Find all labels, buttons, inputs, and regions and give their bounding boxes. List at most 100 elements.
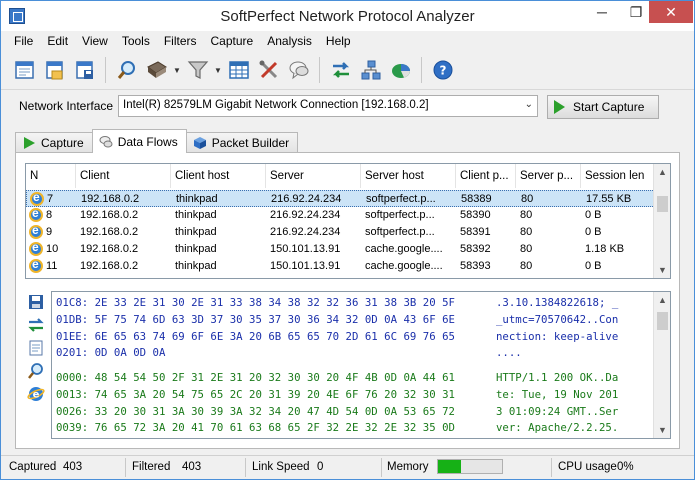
table-icon[interactable] [225, 57, 252, 84]
maximize-button[interactable]: ❐ [619, 1, 653, 23]
menu-analysis[interactable]: Analysis [260, 31, 319, 51]
menu-file[interactable]: File [7, 31, 40, 51]
scroll-up-icon[interactable]: ▲ [654, 164, 670, 180]
close-button[interactable]: ✕ [649, 1, 693, 23]
toolbar-separator [421, 57, 422, 83]
menu-tools[interactable]: Tools [115, 31, 157, 51]
column-header-client-port[interactable]: Client p... [456, 164, 516, 188]
chevron-down-icon: ⌄ [524, 99, 533, 110]
tab-data-flows[interactable]: Data Flows [91, 129, 187, 153]
bookmark-dropdown-icon[interactable]: ▼ [173, 57, 181, 84]
network-icon[interactable] [357, 57, 384, 84]
scroll-up-icon[interactable]: ▲ [654, 292, 670, 308]
toolbar-separator [319, 57, 320, 83]
flows-scrollbar[interactable]: ▲ ▼ [653, 164, 670, 278]
new-session-icon[interactable] [11, 57, 38, 84]
toolbar-separator [105, 57, 106, 83]
cell-client-port: 58393 [460, 260, 491, 272]
menu-filters[interactable]: Filters [157, 31, 204, 51]
play-icon [554, 100, 565, 114]
bookmark-icon[interactable] [143, 57, 170, 84]
cube-icon [193, 137, 206, 149]
tab-packet-builder[interactable]: Packet Builder [185, 132, 299, 153]
cell-server-host: cache.google.... [365, 260, 443, 272]
hex-scrollbar[interactable]: ▲ ▼ [653, 292, 670, 438]
filter-icon[interactable] [184, 57, 211, 84]
filter-dropdown-icon[interactable]: ▼ [214, 57, 222, 84]
tools-icon[interactable] [255, 57, 282, 84]
scroll-thumb[interactable] [657, 196, 668, 212]
help-icon[interactable]: ? [429, 57, 456, 84]
cell-n: 9 [46, 226, 53, 238]
chat-icon [99, 135, 113, 147]
column-header-client-host[interactable]: Client host [171, 164, 266, 188]
save-icon[interactable] [27, 293, 45, 311]
hex-line: 0026: 33 20 30 31 3A 30 39 3A 32 34 20 4… [56, 404, 455, 418]
search-icon[interactable] [113, 57, 140, 84]
open-file-icon[interactable] [41, 57, 68, 84]
memory-label: Memory [387, 461, 429, 473]
table-row[interactable]: 11 192.168.0.2 thinkpad 150.101.13.91 cache.… [26, 257, 655, 275]
browser-icon[interactable]: e [27, 385, 45, 403]
save-file-icon[interactable] [71, 57, 98, 84]
menu-capture[interactable]: Capture [204, 31, 261, 51]
app-window: SoftPerfect Network Protocol Analyzer ─ … [0, 0, 695, 480]
cell-client-host: thinkpad [175, 260, 217, 272]
menu-view[interactable]: View [75, 31, 115, 51]
status-divider [125, 458, 126, 477]
minimize-button[interactable]: ─ [585, 1, 619, 23]
filtered-label: Filtered [132, 461, 171, 473]
cell-n: 7 [47, 193, 54, 205]
cell-server-port: 80 [520, 243, 533, 255]
column-header-n[interactable]: N [26, 164, 76, 188]
ascii-line: .... [496, 346, 522, 360]
hex-line: 0000: 48 54 54 50 2F 31 2E 31 20 32 30 3… [56, 371, 455, 384]
cell-server: 150.101.13.91 [270, 243, 341, 255]
tab-strip: Capture Data Flows Packet Builder [15, 129, 299, 153]
cell-client-port: 58391 [460, 226, 491, 238]
table-row[interactable]: 7 192.168.0.2 thinkpad 216.92.24.234 softper… [26, 190, 655, 207]
table-row[interactable]: 8 192.168.0.2 thinkpad 216.92.24.234 softper… [26, 206, 655, 224]
cell-n: 8 [46, 209, 53, 221]
tab-data-flows-label: Data Flows [117, 134, 178, 149]
browser-icon [30, 190, 44, 206]
scroll-thumb[interactable] [657, 312, 668, 330]
cell-server-port: 80 [520, 226, 533, 238]
hex-line: 0039: 76 65 72 3A 20 41 70 61 63 68 65 2… [56, 421, 455, 435]
start-capture-button[interactable]: Start Capture [547, 95, 659, 119]
hex-dump-pane[interactable]: 01C8: 2E 33 2E 31 30 2E 31 33 38 34 38 3… [51, 291, 671, 439]
ascii-line: 3 01:09:24 GMT..Ser [496, 404, 619, 418]
cell-client-host: thinkpad [175, 243, 217, 255]
network-interface-select[interactable]: Intel(R) 82579LM Gigabit Network Connect… [118, 95, 538, 117]
browser-icon [29, 223, 43, 239]
cell-client: 192.168.0.2 [80, 209, 139, 221]
tab-capture[interactable]: Capture [15, 132, 93, 153]
ascii-line: .3.10.1384822618; _ [496, 296, 619, 309]
swap-arrows-icon[interactable] [27, 316, 45, 334]
pie-chart-icon[interactable] [387, 57, 414, 84]
cell-client: 192.168.0.2 [81, 193, 140, 205]
menu-edit[interactable]: Edit [40, 31, 75, 51]
chat-icon[interactable] [285, 57, 312, 84]
status-divider [381, 458, 382, 477]
menu-help[interactable]: Help [319, 31, 358, 51]
cell-client-port: 58390 [460, 209, 491, 221]
table-row[interactable]: 9 192.168.0.2 thinkpad 216.92.24.234 softper… [26, 223, 655, 241]
column-header-session-len[interactable]: Session len [581, 164, 655, 188]
column-header-server[interactable]: Server [266, 164, 361, 188]
search-icon[interactable] [27, 362, 45, 380]
column-header-client[interactable]: Client [76, 164, 171, 188]
column-header-server-port[interactable]: Server p... [516, 164, 581, 188]
table-row[interactable]: 10 192.168.0.2 thinkpad 150.101.13.91 cache.… [26, 240, 655, 258]
hex-line: 0013: 74 65 3A 20 54 75 65 2C 20 31 39 2… [56, 387, 455, 401]
scroll-down-icon[interactable]: ▼ [654, 422, 670, 438]
hex-line: 01DB: 5F 75 74 6D 63 3D 37 30 35 37 30 3… [56, 312, 455, 326]
toolbar: ▼ ▼ ? [1, 52, 694, 88]
swap-arrows-icon[interactable] [327, 57, 354, 84]
browser-icon [29, 257, 43, 273]
cpu-usage-label: CPU usage [558, 461, 617, 473]
column-header-server-host[interactable]: Server host [361, 164, 456, 188]
document-icon[interactable] [27, 339, 45, 357]
ascii-line: _utmc=70570642..Con [496, 312, 619, 326]
scroll-down-icon[interactable]: ▼ [654, 262, 670, 278]
